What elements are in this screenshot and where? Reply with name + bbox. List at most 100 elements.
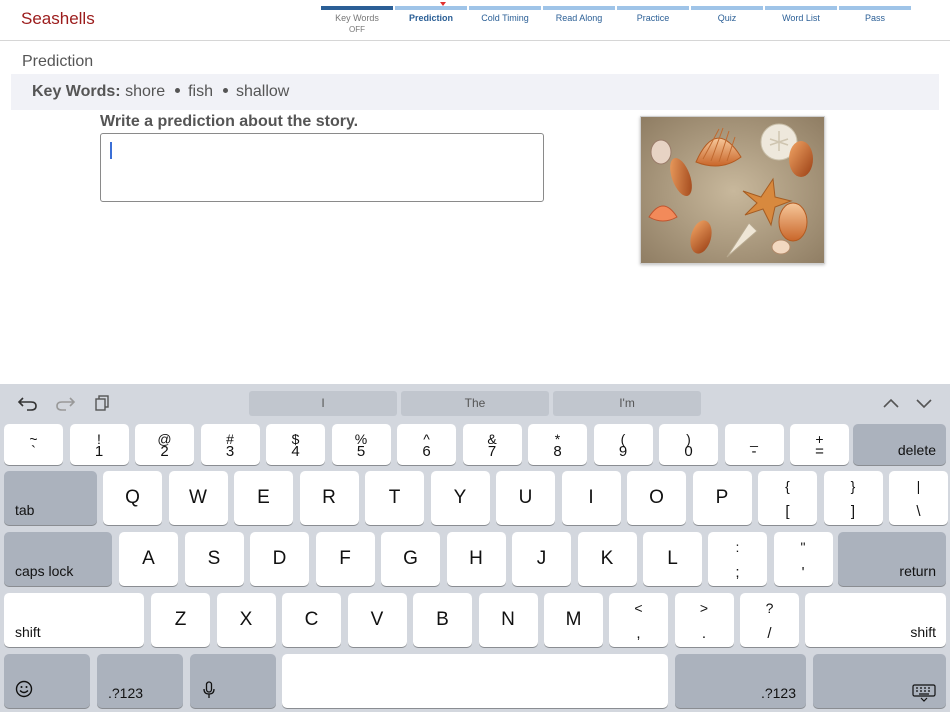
redo-icon[interactable] [54, 394, 76, 412]
key-q[interactable]: Q [103, 471, 162, 525]
key-0[interactable]: ) 0 [659, 424, 718, 465]
key-z[interactable]: Z [151, 593, 210, 647]
key-f[interactable]: F [315, 532, 375, 586]
suggestion[interactable]: The [401, 391, 549, 416]
key-i[interactable]: I [561, 471, 621, 525]
key-g[interactable]: G [381, 532, 440, 586]
dictation-key[interactable] [190, 654, 276, 708]
delete-key[interactable]: delete [853, 424, 946, 465]
key-word: shore [125, 83, 166, 100]
key-label: O [649, 487, 664, 508]
key-k[interactable]: K [577, 532, 637, 586]
key-1[interactable]: ! 1 [69, 424, 129, 465]
key-shift-symbol: | [916, 478, 921, 494]
key-n[interactable]: N [478, 593, 538, 647]
key-r[interactable]: R [299, 471, 359, 525]
key-label: R [322, 487, 336, 508]
key-left-bracket[interactable]: {[ [758, 471, 817, 525]
space-key[interactable] [282, 654, 668, 708]
key-e[interactable]: E [234, 471, 293, 525]
key--[interactable]: _ - [724, 424, 784, 465]
key-d[interactable]: D [250, 532, 309, 586]
key-symbol: 1 [94, 443, 104, 460]
key-9[interactable]: (9 [593, 424, 653, 465]
key-label: A [142, 548, 155, 569]
key-6[interactable]: ^ 6 [397, 424, 456, 465]
key-5[interactable]: % 5 [331, 424, 391, 465]
key-l[interactable]: L [643, 532, 702, 586]
key-3[interactable]: #3 [200, 424, 260, 465]
key-shift-symbol: { [785, 478, 790, 494]
return-key[interactable]: return [838, 532, 946, 586]
key-s[interactable]: S [184, 532, 244, 586]
step-read-along[interactable]: Read Along [542, 6, 616, 40]
tab-key[interactable]: tab [4, 471, 97, 525]
key-h[interactable]: H [446, 532, 506, 586]
step-quiz[interactable]: Quiz [690, 6, 764, 40]
key-v[interactable]: V [347, 593, 407, 647]
suggestion[interactable]: I'm [553, 391, 701, 416]
key-slash[interactable]: ? / [740, 593, 799, 647]
key-shift-symbol: < [634, 600, 643, 616]
step-progress-bar [839, 6, 911, 10]
step-label: Cold Timing [481, 13, 529, 23]
key-o[interactable]: O [627, 471, 686, 525]
key-symbol: 5 [356, 443, 366, 460]
hide-keyboard-key[interactable] [813, 654, 946, 708]
key-2[interactable]: @2 [135, 424, 194, 465]
key-label: shift [15, 624, 41, 640]
caps-lock-key[interactable]: caps lock [4, 532, 112, 586]
key-y[interactable]: Y [430, 471, 490, 525]
key-4[interactable]: $4 [266, 424, 325, 465]
key-j[interactable]: J [512, 532, 571, 586]
key-label: .?123 [108, 685, 144, 701]
paste-icon[interactable] [91, 394, 113, 412]
key-quote[interactable]: " ' [773, 532, 833, 586]
chevron-up-icon[interactable] [880, 394, 902, 412]
chevron-down-icon[interactable] [913, 394, 935, 412]
key-b[interactable]: B [413, 593, 472, 647]
key-symbol: , [636, 625, 641, 642]
key-right-bracket[interactable]: }] [823, 471, 883, 525]
key-backslash[interactable]: | \ [889, 471, 948, 525]
step-word-list[interactable]: Word List [764, 6, 838, 40]
shift-right-key[interactable]: shift [805, 593, 946, 647]
key-7[interactable]: & 7 [462, 424, 522, 465]
step-label: Read Along [555, 13, 603, 23]
key-comma[interactable]: <, [609, 593, 668, 647]
step-prediction[interactable]: Prediction [394, 2, 468, 40]
key-m[interactable]: M [544, 593, 603, 647]
prediction-input[interactable] [100, 133, 544, 202]
key-p[interactable]: P [692, 471, 752, 525]
numbers-key-left[interactable]: .?123 [97, 654, 183, 708]
key-8[interactable]: * 8 [528, 424, 587, 465]
step-progress-bar [469, 6, 541, 10]
step-cold-timing[interactable]: Cold Timing [468, 6, 542, 40]
key-label: tab [15, 502, 35, 518]
step-practice[interactable]: Practice [616, 6, 690, 40]
key-x[interactable]: X [216, 593, 276, 647]
suggestion[interactable]: I [249, 391, 397, 416]
key-c[interactable]: C [282, 593, 341, 647]
step-key-words[interactable]: Key Words OFF [320, 6, 394, 40]
emoji-key[interactable] [4, 654, 90, 708]
key-w[interactable]: W [168, 471, 228, 525]
current-step-marker [440, 2, 446, 6]
key-period[interactable]: >. [674, 593, 734, 647]
undo-icon[interactable] [17, 394, 39, 412]
key-label: V [370, 609, 384, 630]
key-u[interactable]: U [496, 471, 555, 525]
step-pass[interactable]: Pass [838, 6, 912, 40]
key-shift-symbol: > [699, 600, 709, 616]
numbers-key-right[interactable]: .?123 [675, 654, 806, 708]
key-label: delete [897, 442, 936, 458]
keyboard-shortcut-bar: I The I'm [0, 384, 950, 422]
key-semicolon[interactable]: :; [708, 532, 767, 586]
key-t[interactable]: T [365, 471, 424, 525]
shift-left-key[interactable]: shift [4, 593, 144, 647]
key-symbol: 0 [684, 443, 693, 460]
key-=[interactable]: + = [790, 424, 849, 465]
step-sublabel: OFF [349, 25, 365, 34]
key-a[interactable]: A [119, 532, 178, 586]
key-`[interactable]: ~ ` [4, 424, 63, 465]
